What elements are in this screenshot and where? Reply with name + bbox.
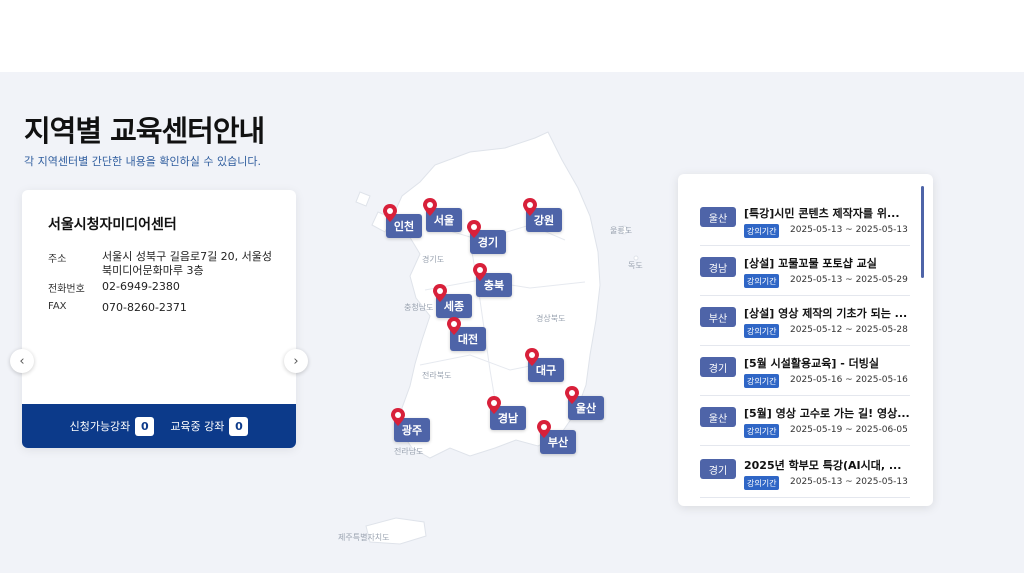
address-value: 서울시 성북구 길음로7길 20, 서울성북미디어문화마루 3층: [102, 250, 273, 277]
lecture-list[interactable]: 울산 [특강]시민 콘텐츠 제작자를 위... 강의기간 2025-05-13 …: [678, 174, 918, 506]
lecture-region-tag: 울산: [700, 407, 736, 427]
period-label-tag: 강의기간: [744, 374, 780, 388]
region-button-gyeonggi[interactable]: 경기: [467, 220, 506, 254]
lecture-title: [5월 시설활용교육] - 더빙실: [744, 357, 879, 370]
map-pin-icon: [565, 386, 579, 404]
map-label-gyeongbuk: 경상북도: [536, 314, 566, 323]
korea-map-shape: [355, 131, 639, 545]
map-pin-icon: [447, 317, 461, 335]
lecture-period: 2025-05-12 ~ 2025-05-28: [790, 325, 908, 335]
region-button-sejong[interactable]: 세종: [433, 284, 472, 318]
lecture-region-tag: 경남: [700, 257, 736, 277]
map-pin-icon: [523, 198, 537, 216]
available-courses[interactable]: 신청가능강좌 0: [69, 416, 155, 436]
lecture-item[interactable]: 경기 [5월 시설활용교육] - 더빙실 강의기간 2025-05-16 ~ 2…: [700, 352, 910, 396]
region-button-chungbuk[interactable]: 충북: [473, 263, 512, 297]
period-label-tag: 강의기간: [744, 476, 780, 490]
fax-row: FAX 070-8260-2371: [48, 301, 282, 315]
map-label-chungnam: 충청남도: [404, 303, 434, 312]
lecture-title: [특강]시민 콘텐츠 제작자를 위...: [744, 207, 900, 220]
carousel-next-button[interactable]: ›: [284, 349, 308, 373]
region-button-daegu[interactable]: 대구: [525, 348, 564, 382]
ongoing-count: 0: [229, 416, 249, 436]
lecture-item[interactable]: 부산 [상설] 영상 제작의 기초가 되는 ... 강의기간 2025-05-1…: [700, 302, 910, 346]
lecture-item[interactable]: 경남 [상설] 꼬물꼬물 포토샵 교실 강의기간 2025-05-13 ~ 20…: [700, 252, 910, 296]
available-count: 0: [135, 416, 155, 436]
lecture-title: [상설] 영상 제작의 기초가 되는 ...: [744, 307, 908, 320]
lecture-region-tag: 경기: [700, 459, 736, 479]
region-button-seoul[interactable]: 서울: [423, 198, 462, 232]
map-pin-icon: [487, 396, 501, 414]
address-label: 주소: [48, 254, 67, 265]
ongoing-label: 교육중 강좌: [170, 419, 225, 433]
period-label-tag: 강의기간: [744, 274, 780, 288]
map-pin-icon: [423, 198, 437, 216]
map-pin-icon: [525, 348, 539, 366]
region-button-incheon[interactable]: 인천: [383, 204, 422, 238]
lecture-region-tag: 부산: [700, 307, 736, 327]
chevron-right-icon: ›: [293, 353, 299, 369]
phone-value: 02-6949-2380: [102, 280, 180, 293]
lecture-item[interactable]: 경기 2025년 학부모 특강(AI시대, ... 강의기간 2025-05-1…: [700, 454, 910, 498]
map-pin-icon: [391, 408, 405, 426]
region-button-gyeongnam[interactable]: 경남: [487, 396, 526, 430]
lecture-title: 2025년 학부모 특강(AI시대, ...: [744, 459, 902, 472]
map-label-dokdo: 독도: [628, 261, 643, 270]
center-card: 서울시청자미디어센터 주소 서울시 성북구 길음로7길 20, 서울성북미디어문…: [22, 190, 296, 448]
fax-value: 070-8260-2371: [102, 301, 187, 314]
list-scrollbar[interactable]: [921, 186, 924, 278]
lecture-title: [5월] 영상 고수로 가는 길! 영상...: [744, 407, 910, 420]
phone-label: 전화번호: [48, 284, 85, 295]
region-button-busan[interactable]: 부산: [537, 420, 576, 454]
lecture-period: 2025-05-13 ~ 2025-05-29: [790, 275, 908, 285]
lecture-region-tag: 경기: [700, 357, 736, 377]
lecture-period: 2025-05-13 ~ 2025-05-13: [790, 225, 908, 235]
lecture-item[interactable]: 울산 [특강]시민 콘텐츠 제작자를 위... 강의기간 2025-05-13 …: [700, 202, 910, 246]
phone-row: 전화번호 02-6949-2380: [48, 280, 282, 295]
map-pin-icon: [473, 263, 487, 281]
region-button-daejeon[interactable]: 대전: [447, 317, 486, 351]
top-bar: [0, 0, 1024, 72]
map-label-jeonbuk: 전라북도: [422, 371, 452, 380]
region-button-ulsan[interactable]: 울산: [565, 386, 604, 420]
lecture-period: 2025-05-16 ~ 2025-05-16: [790, 375, 908, 385]
center-footer: 신청가능강좌 0 교육중 강좌 0: [22, 404, 296, 448]
lecture-title: [상설] 꼬물꼬물 포토샵 교실: [744, 257, 877, 270]
carousel-prev-button[interactable]: ‹: [10, 349, 34, 373]
period-label-tag: 강의기간: [744, 324, 780, 338]
map-pin-icon: [383, 204, 397, 222]
map-pin-icon: [433, 284, 447, 302]
chevron-left-icon: ‹: [19, 353, 25, 369]
region-button-gangwon[interactable]: 강원: [523, 198, 562, 232]
page-title: 지역별 교육센터안내: [24, 114, 265, 148]
lecture-region-tag: 울산: [700, 207, 736, 227]
lecture-period: 2025-05-13 ~ 2025-05-13: [790, 477, 908, 487]
lecture-list-panel: 울산 [특강]시민 콘텐츠 제작자를 위... 강의기간 2025-05-13 …: [678, 174, 933, 506]
map-label-ulleungdo: 울릉도: [610, 226, 633, 235]
address-row: 주소 서울시 성북구 길음로7길 20, 서울성북미디어문화마루 3층: [48, 250, 282, 278]
map-pin-icon: [467, 220, 481, 238]
map-pin-icon: [537, 420, 551, 438]
ongoing-courses[interactable]: 교육중 강좌 0: [170, 416, 249, 436]
center-name: 서울시청자미디어센터: [48, 217, 177, 233]
map-label-jeju: 제주특별자치도: [338, 533, 390, 542]
region-button-gwangju[interactable]: 광주: [391, 408, 430, 442]
lecture-item[interactable]: 울산 [5월] 영상 고수로 가는 길! 영상... 강의기간 2025-05-…: [700, 402, 910, 446]
lecture-period: 2025-05-19 ~ 2025-06-05: [790, 425, 908, 435]
fax-label: FAX: [48, 301, 67, 312]
page-subtitle: 각 지역센터별 간단한 내용을 확인하실 수 있습니다.: [24, 155, 261, 168]
map-label-gyeonggi: 경기도: [422, 255, 445, 264]
korea-map: 경기도 울릉도 독도 충청남도 경상북도 전라북도 전라남도 제주특별자치도 인…: [330, 130, 660, 560]
map-label-jeonnam: 전라남도: [394, 447, 424, 456]
period-label-tag: 강의기간: [744, 424, 780, 438]
period-label-tag: 강의기간: [744, 224, 780, 238]
available-label: 신청가능강좌: [69, 419, 131, 433]
